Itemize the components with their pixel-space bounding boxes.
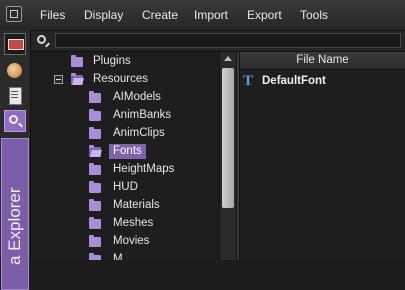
left-toolbar: a Explorer [0, 30, 31, 290]
search-bar [31, 31, 405, 52]
tree-row-label: AIModels [113, 91, 161, 103]
tree-row-meshes[interactable]: Meshes [31, 215, 219, 233]
menu-files[interactable]: Files [40, 8, 65, 22]
tree-row-label: Resources [93, 73, 148, 85]
tree-row-movies[interactable]: Movies [31, 233, 219, 251]
menubar: Files Display Create Import Export Tools [0, 0, 405, 31]
tree-row-fonts[interactable]: Fonts [31, 143, 219, 161]
file-list: File Name T DefaultFont [240, 52, 405, 260]
explorer-search-icon[interactable] [4, 110, 26, 132]
folder-icon [89, 181, 101, 193]
folder-icon [89, 253, 101, 260]
folder-tree: Plugins Resources AIModels AnimBanks Ani… [31, 52, 219, 260]
tree-row-resources[interactable]: Resources [31, 71, 219, 89]
folder-open-icon [71, 73, 83, 85]
tree-row-heightmaps[interactable]: HeightMaps [31, 161, 219, 179]
folder-icon [71, 55, 83, 67]
scroll-thumb[interactable] [222, 68, 234, 208]
folder-icon [89, 163, 101, 175]
column-header-file-name[interactable]: File Name [240, 52, 405, 70]
tree-row-label: AnimBanks [113, 109, 172, 121]
app-menu-icon[interactable] [6, 6, 22, 22]
folder-icon [89, 109, 101, 121]
scene-viewer-icon[interactable] [4, 33, 26, 55]
tree-row-plugins[interactable]: Plugins [31, 53, 219, 71]
file-row[interactable]: T DefaultFont [240, 72, 405, 90]
tree-row-label-selected: Fonts [109, 144, 146, 159]
folder-icon [89, 217, 101, 229]
scroll-up-arrow-icon[interactable] [220, 52, 236, 66]
search-input[interactable] [55, 33, 401, 48]
tree-scrollbar[interactable] [219, 52, 236, 260]
tree-row-label: HUD [113, 181, 138, 193]
file-name: DefaultFont [262, 75, 326, 87]
document-icon[interactable] [4, 85, 26, 107]
collapse-toggle-icon[interactable] [54, 75, 63, 84]
tree-row-label: Meshes [113, 217, 154, 229]
explorer-side-tab[interactable]: a Explorer [1, 138, 29, 290]
explorer-side-tab-label: a Explorer [5, 187, 24, 265]
tree-row-label: Materials [113, 199, 160, 211]
menu-import[interactable]: Import [194, 8, 228, 22]
tree-row-materials[interactable]: Materials [31, 197, 219, 215]
folder-open-icon [89, 145, 101, 157]
tree-row-partial[interactable]: M [31, 251, 219, 260]
menu-display[interactable]: Display [84, 8, 123, 22]
tree-row-animclips[interactable]: AnimClips [31, 125, 219, 143]
folder-icon [89, 235, 101, 247]
tree-row-hud[interactable]: HUD [31, 179, 219, 197]
materials-icon[interactable] [4, 60, 26, 82]
tree-row-label: HeightMaps [113, 163, 175, 175]
tree-row-label: M [113, 253, 123, 260]
tree-row-animbanks[interactable]: AnimBanks [31, 107, 219, 125]
font-file-icon: T [243, 73, 254, 89]
tree-row-label: AnimClips [113, 127, 165, 139]
menu-export[interactable]: Export [247, 8, 282, 22]
tree-row-label: Plugins [93, 55, 131, 67]
search-icon [37, 35, 46, 44]
tree-row-aimodels[interactable]: AIModels [31, 89, 219, 107]
menu-tools[interactable]: Tools [300, 8, 328, 22]
folder-icon [89, 199, 101, 211]
folder-icon [89, 91, 101, 103]
menu-create[interactable]: Create [142, 8, 178, 22]
tree-row-label: Movies [113, 235, 150, 247]
folder-icon [89, 127, 101, 139]
